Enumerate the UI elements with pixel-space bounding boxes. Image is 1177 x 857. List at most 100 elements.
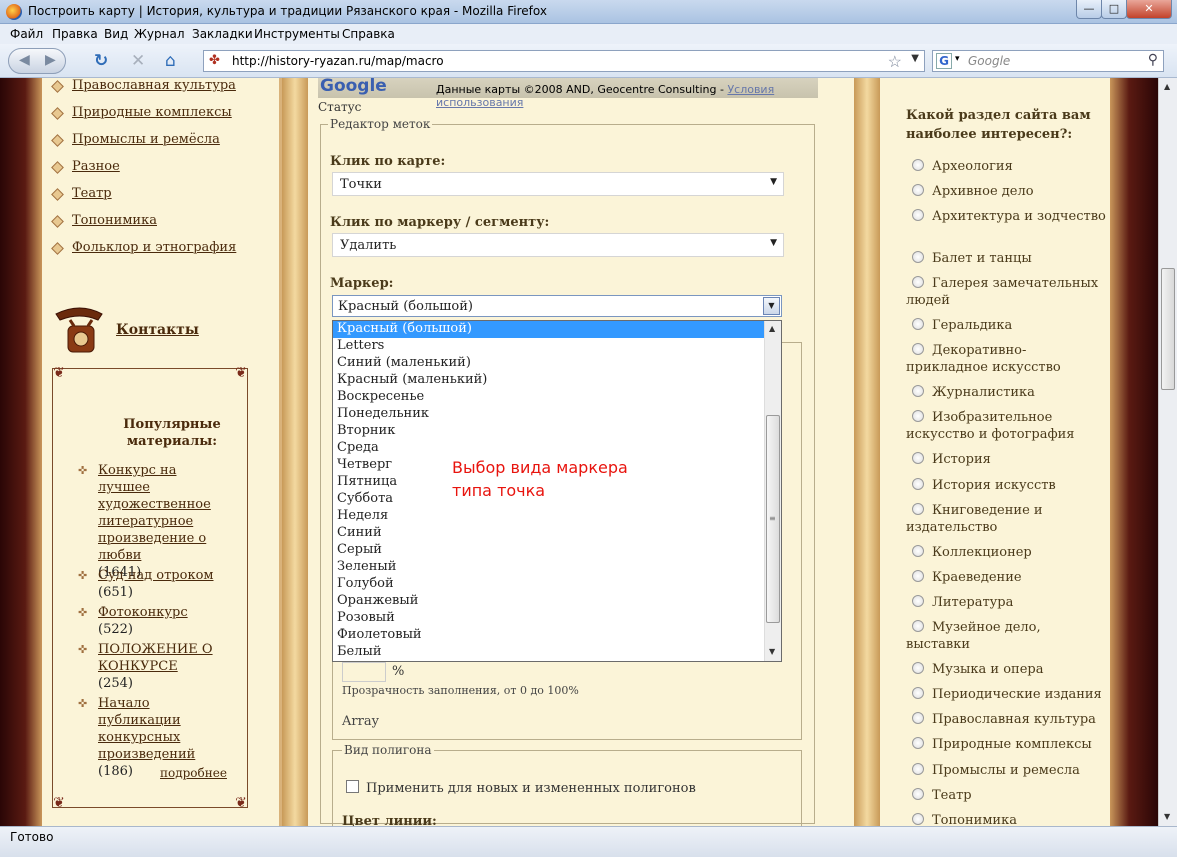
menu-history[interactable]: Журнал: [134, 27, 185, 41]
left-nav-item[interactable]: Фольклор и этнография: [72, 240, 236, 255]
dropdown-option[interactable]: Белый: [333, 644, 765, 661]
dropdown-option[interactable]: Синий (маленький): [333, 355, 765, 372]
scroll-up-icon[interactable]: ▲: [769, 324, 775, 333]
poll-option-label: Археология: [932, 159, 1013, 174]
popular-item-link[interactable]: Начало публикации конкурсных произведени…: [98, 696, 195, 762]
click-map-value: Точки: [340, 177, 382, 192]
dropdown-option[interactable]: Розовый: [333, 610, 765, 627]
popular-item-link[interactable]: Фотоконкурс: [98, 605, 188, 620]
menu-edit[interactable]: Правка: [52, 27, 98, 41]
url-dropdown-icon[interactable]: ▼: [911, 53, 919, 64]
poll-option-label: Коллекционер: [932, 545, 1032, 560]
corner-ornament-icon: ❦: [53, 795, 65, 811]
dropdown-option[interactable]: Letters: [333, 338, 765, 355]
minimize-button[interactable]: —: [1076, 0, 1102, 19]
chevron-down-icon[interactable]: ▼: [763, 297, 780, 315]
home-icon[interactable]: ⌂: [165, 51, 176, 71]
back-arrow-icon[interactable]: ◀: [19, 52, 30, 68]
dropdown-option[interactable]: Вторник: [333, 423, 765, 440]
bookmark-star-icon[interactable]: ☆: [888, 52, 902, 71]
back-forward-buttons[interactable]: ◀ ▶: [8, 48, 66, 74]
status-label: Статус: [318, 100, 362, 114]
popular-item: Фотоконкурс (522): [98, 604, 228, 638]
url-bar[interactable]: ✤ http://history-ryazan.ru/map/macro ☆ ▼: [203, 50, 925, 72]
scroll-down-icon[interactable]: ▼: [1164, 812, 1170, 821]
more-link[interactable]: подробнее: [160, 766, 227, 780]
map-footer: Google Данные карты ©2008 AND, Geocentre…: [318, 78, 818, 109]
status-bar: Готово: [0, 826, 1177, 857]
left-nav-item[interactable]: Театр: [72, 186, 112, 201]
menu-bookmarks[interactable]: Закладки: [192, 27, 253, 41]
marker-select[interactable]: Красный (большой) ▼: [332, 295, 782, 317]
popular-item-count: (651): [98, 585, 133, 600]
menu-help[interactable]: Справка: [342, 27, 395, 41]
poll-option-label: Журналистика: [932, 385, 1035, 400]
poll-option-label: Музейное дело, выставки: [906, 620, 1041, 652]
fill-opacity-input[interactable]: [342, 662, 386, 682]
poll-option-label: Балет и танцы: [932, 251, 1032, 266]
dropdown-option-selected[interactable]: Красный (большой): [333, 321, 765, 338]
dropdown-scrollbar[interactable]: ▲ ≡ ▼: [764, 321, 781, 661]
dropdown-option[interactable]: Неделя: [333, 508, 765, 525]
popular-item: Суд над отроком (651): [98, 567, 228, 601]
popular-item-link[interactable]: ПОЛОЖЕНИЕ О КОНКУРСЕ: [98, 642, 213, 674]
dropdown-option[interactable]: Воскресенье: [333, 389, 765, 406]
close-button[interactable]: ✕: [1126, 0, 1172, 19]
array-label: Array: [342, 714, 379, 729]
dropdown-option[interactable]: Понедельник: [333, 406, 765, 423]
left-nav-item[interactable]: Промыслы и ремёсла: [72, 132, 220, 147]
page-viewport: Православная культура Природные комплекс…: [0, 78, 1158, 826]
popular-item-link[interactable]: Суд над отроком: [98, 568, 214, 583]
apply-polygons-checkbox[interactable]: [346, 780, 359, 793]
poll-option-label: История: [932, 452, 991, 467]
scroll-up-icon[interactable]: ▲: [1164, 82, 1170, 91]
dropdown-option[interactable]: Зеленый: [333, 559, 765, 576]
menu-file[interactable]: Файл: [10, 27, 43, 41]
annotation-text: Выбор вида маркера типа точка: [452, 456, 628, 502]
popular-materials-title: Популярные материалы:: [123, 417, 221, 449]
popular-item-link[interactable]: Конкурс на лучшее художественное литерат…: [98, 463, 211, 563]
arrow-bullet-icon: ✜: [78, 569, 88, 582]
dropdown-option[interactable]: Серый: [333, 542, 765, 559]
left-nav-item[interactable]: Топонимика: [72, 213, 157, 228]
search-icon[interactable]: ⚲: [1148, 52, 1158, 68]
left-nav-item[interactable]: Природные комплексы: [72, 105, 232, 120]
stop-icon[interactable]: ✕: [131, 51, 145, 71]
popular-item: ПОЛОЖЕНИЕ О КОНКУРСЕ (254): [98, 641, 228, 692]
dropdown-option[interactable]: Среда: [333, 440, 765, 457]
poll-option-label: Краеведение: [932, 570, 1022, 585]
annotation-line-2: типа точка: [452, 481, 546, 500]
maximize-button[interactable]: □: [1101, 0, 1127, 19]
status-text: Готово: [10, 830, 54, 844]
scroll-down-icon[interactable]: ▼: [769, 647, 775, 656]
poll-option-label: Православная культура: [932, 712, 1096, 727]
poll-option-label: Промыслы и ремесла: [932, 763, 1080, 778]
search-bar[interactable]: G ▾ Google ⚲: [932, 50, 1164, 72]
click-map-select[interactable]: Точки ▼: [332, 172, 784, 196]
click-map-label: Клик по карте:: [330, 154, 446, 169]
click-marker-select[interactable]: Удалить ▼: [332, 233, 784, 257]
search-input[interactable]: Google: [968, 54, 1010, 68]
search-engine-dropdown-icon[interactable]: ▾: [955, 54, 960, 64]
page-scrollbar[interactable]: ▲ ▼: [1158, 78, 1177, 826]
chevron-down-icon: ▼: [770, 177, 777, 187]
dropdown-option[interactable]: Голубой: [333, 576, 765, 593]
dropdown-option[interactable]: Фиолетовый: [333, 627, 765, 644]
reload-icon[interactable]: ↻: [94, 51, 108, 71]
search-engine-icon[interactable]: G: [936, 53, 952, 69]
dropdown-option[interactable]: Оранжевый: [333, 593, 765, 610]
polygon-legend: Вид полигона: [342, 743, 434, 757]
contacts-link[interactable]: Контакты: [116, 322, 199, 338]
page-scroll-thumb[interactable]: [1161, 268, 1175, 390]
popular-item-count: (522): [98, 622, 133, 637]
dropdown-option[interactable]: Красный (маленький): [333, 372, 765, 389]
window-title: Построить карту | История, культура и тр…: [28, 4, 547, 18]
left-nav-item[interactable]: Разное: [72, 159, 120, 174]
menu-tools[interactable]: Инструменты: [254, 27, 340, 41]
url-text[interactable]: http://history-ryazan.ru/map/macro: [232, 54, 444, 68]
menu-view[interactable]: Вид: [104, 27, 128, 41]
firefox-icon: [6, 4, 22, 20]
forward-arrow-icon[interactable]: ▶: [45, 52, 56, 68]
dropdown-option[interactable]: Синий: [333, 525, 765, 542]
left-nav-item[interactable]: Православная культура: [72, 78, 236, 93]
